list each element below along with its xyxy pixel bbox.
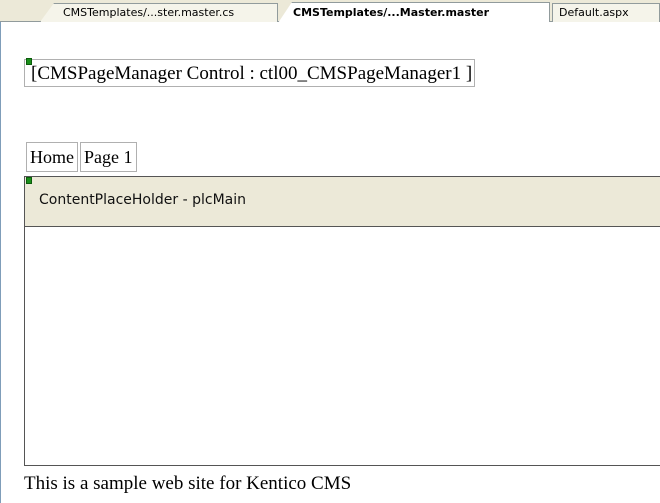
tab-master-master[interactable]: CMSTemplates/...Master.master [278, 2, 550, 23]
site-menu: Home Page 1 [26, 142, 139, 172]
control-smart-tag-icon[interactable] [26, 58, 32, 65]
placeholder-smart-tag-icon[interactable] [26, 177, 32, 184]
tab-master-cs[interactable]: CMSTemplates/...ster.master.cs [40, 3, 278, 22]
design-surface-border [0, 22, 1, 503]
footer-text: This is a sample web site for Kentico CM… [24, 473, 352, 494]
content-placeholder-title: ContentPlaceHolder - plcMain [39, 192, 246, 208]
page-manager-control[interactable]: [CMSPageManager Control : ctl00_CMSPageM… [24, 59, 476, 87]
designer-window: CMSTemplates/...ster.master.cs CMSTempla… [0, 0, 660, 503]
menu-item-home[interactable]: Home [26, 142, 78, 172]
page-manager-text: CMSPageManager Control : ctl00_CMSPageMa… [37, 63, 473, 84]
menu-item-page-1[interactable]: Page 1 [80, 142, 137, 172]
document-tab-strip: CMSTemplates/...ster.master.cs CMSTempla… [0, 0, 660, 23]
tab-default-aspx[interactable]: Default.aspx [552, 3, 660, 22]
content-placeholder[interactable]: ContentPlaceHolder - plcMain [24, 176, 660, 466]
content-placeholder-header: ContentPlaceHolder - plcMain [25, 177, 660, 227]
